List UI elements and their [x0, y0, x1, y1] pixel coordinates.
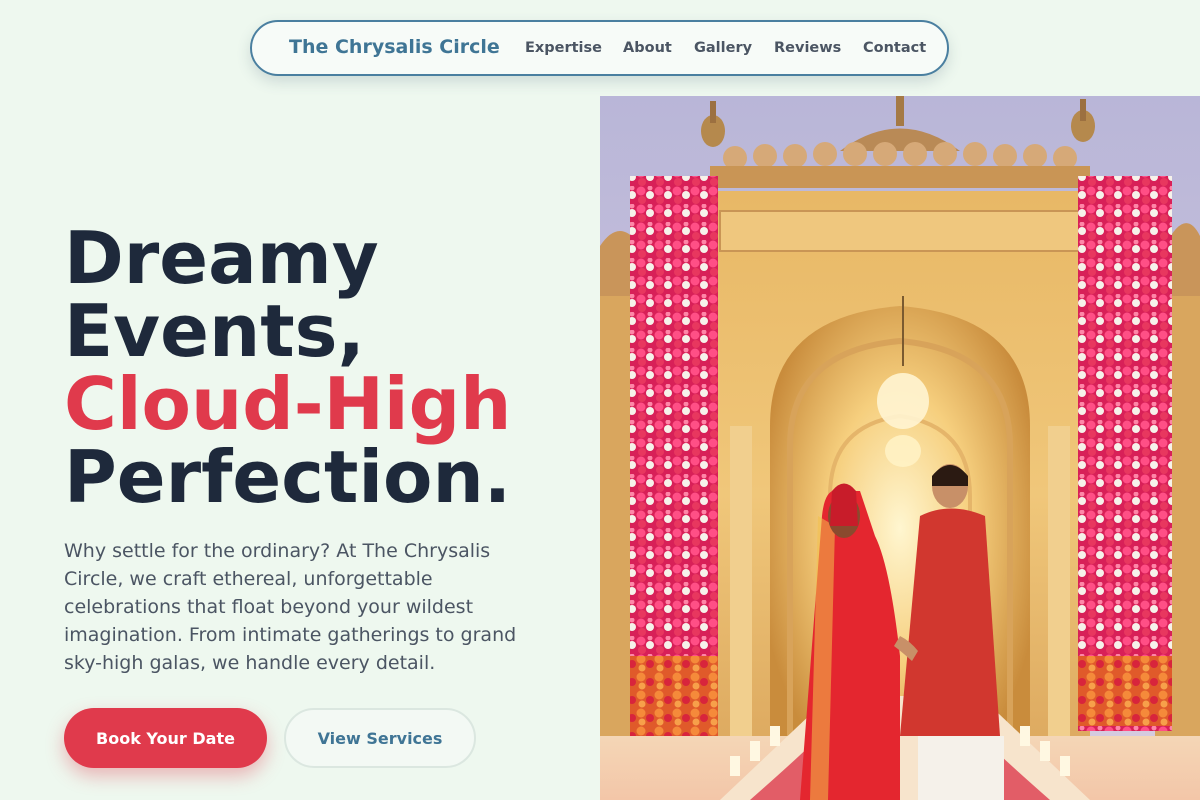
hero-wedding-photo	[600, 96, 1200, 800]
hero-description: Why settle for the ordinary? At The Chry…	[64, 540, 517, 674]
hero-title-accent: Cloud-High	[64, 362, 512, 446]
nav-link-about[interactable]: About	[623, 40, 672, 56]
hero-title-line-2: Events,	[64, 289, 365, 373]
nav-link-reviews[interactable]: Reviews	[774, 40, 841, 56]
nav-link-expertise[interactable]: Expertise	[525, 40, 602, 56]
view-services-button[interactable]: View Services	[284, 708, 476, 768]
hero-title-line-4: Perfection.	[64, 435, 512, 519]
book-your-date-button[interactable]: Book Your Date	[64, 708, 267, 768]
hero-title: Dreamy Events, Cloud-High Perfection.	[64, 222, 511, 514]
top-navigation: The Chrysalis Circle Expertise About Gal…	[250, 20, 949, 76]
nav-link-gallery[interactable]: Gallery	[694, 40, 752, 56]
nav-link-contact[interactable]: Contact	[863, 40, 926, 56]
hero-title-line-1: Dreamy	[64, 216, 379, 300]
brand-logo[interactable]: The Chrysalis Circle	[289, 36, 500, 58]
